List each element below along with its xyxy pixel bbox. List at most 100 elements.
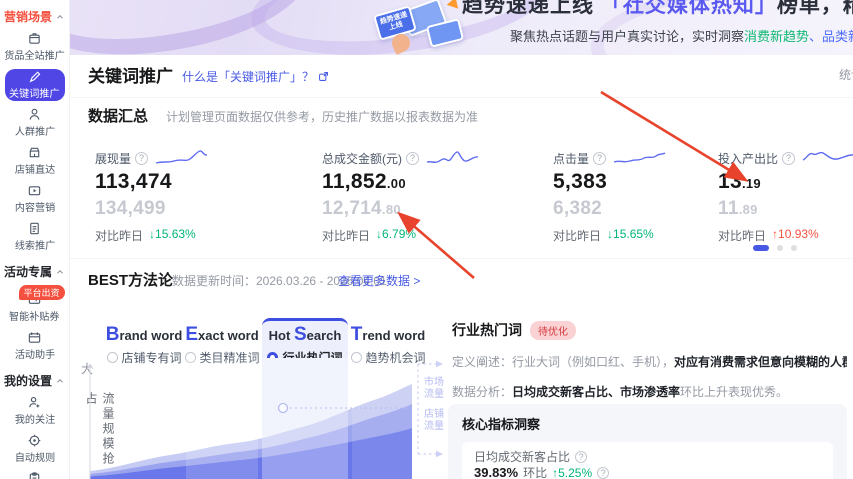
sidebar-item-label: 线索推广 xyxy=(14,240,55,252)
platform-funded-badge: 平台出资 xyxy=(18,285,65,300)
help-icon[interactable]: ? xyxy=(782,151,796,165)
sidebar-item-keyword[interactable]: 关键词推广 xyxy=(4,69,65,101)
core-metric-value: 39.83% xyxy=(474,465,519,479)
metric-label: 投入产出比 xyxy=(718,151,779,166)
sidebar-section-events[interactable]: 活动专属 xyxy=(4,263,65,280)
banner-headline: 趋势速递上线 「社交媒体热知」榜单，精准捕捉 xyxy=(462,0,853,17)
insight-title: 行业热门词 xyxy=(452,322,522,338)
sidebar-item-label: 活动助手 xyxy=(14,349,55,361)
section-title: 我的设置 xyxy=(3,374,52,388)
compare-label: 对比昨日 xyxy=(95,229,144,243)
sidebar-item-leads[interactable]: 线索推广 xyxy=(3,221,67,253)
status-badge: 待优化 xyxy=(530,320,576,340)
tab-english-label: Trend word xyxy=(350,324,426,345)
sidebar-section-settings[interactable]: 我的设置 xyxy=(4,372,65,389)
ratio-label: 环比 xyxy=(523,466,548,479)
help-icon[interactable]: ? xyxy=(593,151,607,165)
best-title: BEST方法论 xyxy=(88,272,174,289)
metric-value: 5,383 xyxy=(553,170,608,193)
metric-label: 总成交金额(元) xyxy=(322,151,402,166)
sidebar-item-shop-direct[interactable]: 店铺直达 xyxy=(3,145,67,177)
metric-gmv[interactable]: 总成交金额(元) ? 11,852.00 12,714.80 对比昨日 ↓6.7… xyxy=(322,148,512,244)
change-value: ↓15.65% xyxy=(607,227,654,241)
sparkline xyxy=(154,148,209,168)
tab-english-label: Brand word xyxy=(105,324,183,345)
metric-value: 13.19 xyxy=(718,170,761,193)
divider xyxy=(70,97,853,98)
help-icon[interactable]: ? xyxy=(406,151,419,165)
change-value: ↓15.63% xyxy=(149,227,196,241)
sidebar-item-event-helper[interactable]: 活动助手 xyxy=(3,330,67,362)
keyword-pen-icon xyxy=(28,69,42,84)
chevron-up-icon xyxy=(55,267,65,277)
chevron-up-icon xyxy=(55,12,65,22)
sidebar-item-label: 自动规则 xyxy=(14,452,55,464)
page-title: 关键词推广 xyxy=(88,67,173,86)
section-title: 营销场景 xyxy=(3,10,52,24)
banner-subline: 聚焦热点话题与用户真实讨论，实时洞察消费新趋势、品类新机会 xyxy=(510,29,853,44)
storefront-icon xyxy=(27,31,42,46)
traffic-area-chart xyxy=(86,358,443,479)
compare-label: 对比昨日 xyxy=(718,229,767,243)
sidebar-item-label: 关键词推广 xyxy=(9,88,60,100)
carousel-dot xyxy=(791,245,797,251)
definition-line: 定义阐述：行业大词（例如口红、手机），对应有消费需求但意向模糊的人群，拉新效果显… xyxy=(452,355,847,369)
metric-label: 点击量 xyxy=(553,151,590,166)
tab-english-label: Hot Search xyxy=(268,324,342,345)
ratio-value: ↑5.25% xyxy=(552,466,593,479)
help-icon[interactable]: ? xyxy=(575,451,588,463)
sidebar-item-content[interactable]: 内容营销 xyxy=(3,183,67,215)
metric-impressions[interactable]: 展现量 ? 113,474 134,499 对比昨日 ↓15.63% xyxy=(95,148,285,244)
sidebar-item-label: 内容营销 xyxy=(14,202,55,214)
leads-icon xyxy=(27,221,42,236)
sparkline xyxy=(425,148,480,168)
external-link-icon xyxy=(318,71,329,82)
sidebar-item-auto-rules[interactable]: 自动规则 xyxy=(3,433,67,465)
compare-label: 对比昨日 xyxy=(553,229,602,243)
main-area: 趋势速递上线 趋势速递上线 「社交媒体热知」榜单，精准捕捉 聚焦热点话题与用户真… xyxy=(70,0,853,479)
core-metric-label: 日均成交新客占比 xyxy=(474,450,571,464)
core-metrics-title: 核心指标洞察 xyxy=(462,417,541,432)
sidebar-item-smart-coupon[interactable]: 平台出资 智能补贴券 xyxy=(3,285,67,324)
summary-note: 计划管理页面数据仅供参考，历史推广数据以报表数据为准 xyxy=(166,110,479,124)
carousel-dot xyxy=(777,245,783,251)
metric-label: 展现量 xyxy=(95,151,132,166)
sidebar-item-full-site[interactable]: 货品全站推广 xyxy=(3,31,67,63)
sparkline xyxy=(801,148,853,168)
sidebar-item-operation-log[interactable]: 我的操作记录 xyxy=(3,471,67,479)
chevron-up-icon xyxy=(55,376,65,386)
industry-hot-words-card: 行业热门词 待优化 定义阐述：行业大词（例如口红、手机），对应有消费需求但意向模… xyxy=(452,320,847,400)
help-icon[interactable]: ? xyxy=(135,151,149,165)
section-title: 活动专属 xyxy=(3,265,52,279)
what-is-link[interactable]: 什么是「关键词推广」？ xyxy=(182,68,329,85)
change-value: ↑10.93% xyxy=(772,227,819,241)
metric-value: 113,474 xyxy=(95,170,172,193)
carousel-dots[interactable] xyxy=(753,245,797,251)
change-value: ↓6.79% xyxy=(376,227,417,241)
metric-roi[interactable]: 投入产出比 ? 13.19 11.89 对比昨日 ↑10.93% xyxy=(718,148,853,244)
follow-icon xyxy=(27,395,42,410)
data-analysis-line: 数据分析：日均成交新客占比、市场渗透率环比上升表现优秀。 xyxy=(452,385,789,399)
market-traffic-label: 市场流量 xyxy=(424,377,444,400)
sidebar-section-marketing[interactable]: 营销场景 xyxy=(4,8,65,25)
help-icon[interactable]: ? xyxy=(597,467,610,479)
view-more-link[interactable]: 查看更多数据 > xyxy=(338,272,420,289)
sparkline xyxy=(612,148,667,168)
media-icon xyxy=(27,183,42,198)
tab-english-label: Exact word xyxy=(185,324,259,345)
metric-clicks[interactable]: 点击量 ? 5,383 6,382 对比昨日 ↓15.65% xyxy=(553,148,743,244)
promo-banner[interactable]: 趋势速递上线 趋势速递上线 「社交媒体热知」榜单，精准捕捉 聚焦热点话题与用户真… xyxy=(70,0,853,55)
sidebar-item-follows[interactable]: 我的关注 xyxy=(3,395,67,427)
sidebar-item-label: 人群推广 xyxy=(14,126,55,138)
summary-title: 数据汇总 xyxy=(88,108,149,125)
target-icon xyxy=(27,433,42,448)
history-icon xyxy=(27,471,42,479)
carousel-dot-active xyxy=(753,245,769,251)
sidebar-item-audience[interactable]: 人群推广 xyxy=(3,107,67,139)
metric-prev-value: 11.89 xyxy=(718,198,758,219)
shop-icon xyxy=(27,145,42,160)
shop-traffic-label: 店铺流量 xyxy=(424,409,444,432)
sidebar: 营销场景 货品全站推广 关键词推广 人群推广 店铺直达 内容营销 线索推广 活动… xyxy=(0,0,70,479)
calendar-icon xyxy=(27,330,42,345)
sidebar-item-label: 店铺直达 xyxy=(14,164,55,176)
